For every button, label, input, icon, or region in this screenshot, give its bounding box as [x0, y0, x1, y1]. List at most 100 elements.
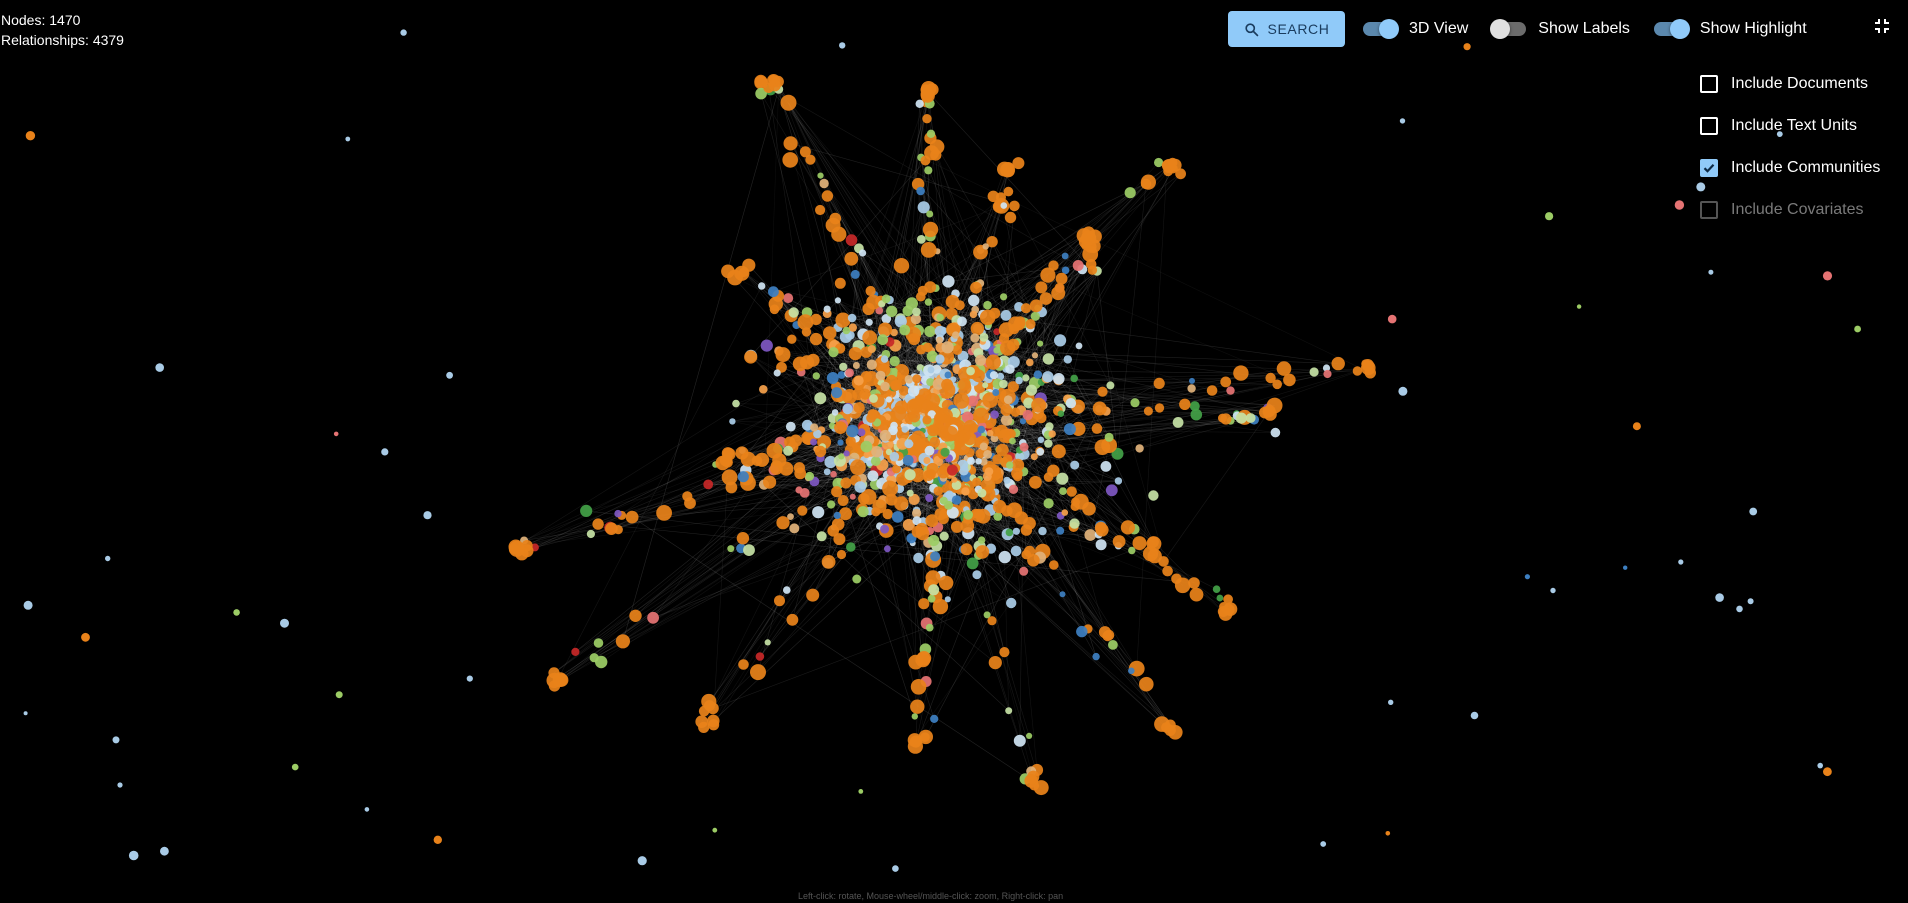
graph-node[interactable]	[846, 542, 856, 552]
graph-node[interactable]	[877, 334, 889, 346]
graph-node[interactable]	[857, 506, 869, 518]
graph-node[interactable]	[734, 265, 750, 281]
graph-node[interactable]	[1035, 281, 1048, 294]
graph-node[interactable]	[833, 533, 846, 546]
graph-node[interactable]	[993, 347, 1000, 354]
graph-node[interactable]	[1154, 403, 1165, 413]
graph-node[interactable]	[831, 387, 843, 399]
graph-node[interactable]	[738, 659, 749, 670]
graph-node[interactable]	[1027, 554, 1040, 567]
graph-node[interactable]	[941, 378, 954, 391]
graph-node[interactable]	[920, 242, 937, 258]
graph-node[interactable]	[926, 129, 936, 138]
graph-node[interactable]	[970, 333, 980, 343]
graph-node[interactable]	[845, 436, 856, 447]
graph-node[interactable]	[1042, 371, 1054, 383]
graph-node[interactable]	[160, 846, 169, 856]
graph-node[interactable]	[1003, 186, 1014, 197]
graph-node[interactable]	[1020, 303, 1032, 314]
graph-node[interactable]	[830, 470, 837, 478]
graph-node[interactable]	[1061, 252, 1069, 260]
graph-node[interactable]	[1135, 444, 1144, 453]
graph-node[interactable]	[1124, 187, 1136, 199]
graph-node[interactable]	[1139, 676, 1154, 692]
graph-node[interactable]	[725, 481, 738, 494]
graph-node[interactable]	[922, 221, 939, 238]
graph-node[interactable]	[763, 82, 774, 94]
graph-node[interactable]	[918, 598, 930, 610]
graph-node[interactable]	[827, 500, 836, 509]
graph-node[interactable]	[828, 347, 839, 358]
graph-node[interactable]	[999, 647, 1010, 658]
graph-node[interactable]	[960, 543, 973, 556]
graph-node[interactable]	[889, 356, 900, 367]
graph-node[interactable]	[893, 258, 910, 274]
graph-node[interactable]	[1025, 384, 1037, 396]
graph-node[interactable]	[1075, 342, 1083, 350]
graph-node[interactable]	[1309, 367, 1319, 377]
graph-node[interactable]	[1022, 409, 1033, 421]
graph-node[interactable]	[945, 294, 960, 309]
graph-node[interactable]	[1233, 365, 1249, 381]
graph-node[interactable]	[1171, 573, 1182, 585]
graph-node[interactable]	[1323, 369, 1332, 379]
graph-node[interactable]	[934, 325, 946, 337]
graph-node[interactable]	[866, 359, 877, 370]
graph-node[interactable]	[966, 557, 979, 570]
graph-node[interactable]	[972, 477, 982, 487]
toggle-3d-view[interactable]: 3D View	[1361, 19, 1468, 39]
graph-node[interactable]	[915, 526, 930, 541]
graph-node[interactable]	[1095, 523, 1109, 537]
graph-node[interactable]	[1059, 591, 1066, 598]
graph-node[interactable]	[839, 362, 848, 371]
graph-node[interactable]	[605, 522, 618, 535]
graph-node[interactable]	[886, 305, 898, 317]
graph-node[interactable]	[1387, 314, 1397, 324]
graph-node[interactable]	[936, 336, 943, 344]
graph-node[interactable]	[1000, 414, 1013, 426]
graph-node[interactable]	[715, 455, 730, 471]
graph-node[interactable]	[1065, 398, 1077, 409]
graph-node[interactable]	[927, 366, 935, 374]
graph-node[interactable]	[1715, 593, 1724, 602]
graph-node[interactable]	[879, 429, 891, 442]
graph-node[interactable]	[944, 371, 952, 379]
graph-node[interactable]	[1069, 518, 1080, 529]
graph-node[interactable]	[291, 763, 299, 771]
graph-node[interactable]	[155, 363, 164, 372]
graph-node[interactable]	[750, 664, 766, 681]
graph-node[interactable]	[1049, 560, 1059, 570]
graph-node[interactable]	[839, 42, 846, 49]
graph-node[interactable]	[924, 166, 933, 175]
graph-node[interactable]	[961, 487, 970, 496]
graph-node[interactable]	[1022, 374, 1030, 382]
graph-node[interactable]	[865, 318, 873, 326]
graph-node[interactable]	[852, 362, 860, 369]
graph-node[interactable]	[1162, 565, 1173, 577]
graph-node[interactable]	[845, 234, 858, 246]
graph-node[interactable]	[1189, 587, 1204, 602]
graph-node[interactable]	[1005, 707, 1013, 715]
graph-node[interactable]	[1006, 461, 1014, 469]
graph-node[interactable]	[891, 511, 904, 523]
graph-node[interactable]	[1087, 229, 1102, 244]
graph-node[interactable]	[1576, 304, 1582, 309]
graph-node[interactable]	[930, 149, 942, 161]
graph-node[interactable]	[1008, 484, 1019, 494]
graph-node[interactable]	[381, 448, 389, 456]
graph-node[interactable]	[963, 509, 973, 520]
graph-node[interactable]	[1632, 422, 1641, 431]
graph-node[interactable]	[780, 94, 797, 111]
graph-node[interactable]	[1009, 437, 1016, 445]
graph-node[interactable]	[986, 429, 994, 437]
graph-node[interactable]	[1063, 423, 1076, 436]
graph-node[interactable]	[766, 442, 783, 459]
graph-node[interactable]	[1003, 166, 1015, 178]
graph-node[interactable]	[925, 468, 936, 480]
graph-node[interactable]	[916, 651, 932, 666]
graph-node[interactable]	[698, 705, 710, 717]
graph-node[interactable]	[1112, 535, 1126, 548]
graph-node[interactable]	[854, 481, 866, 493]
graph-node[interactable]	[1736, 605, 1743, 613]
graph-node[interactable]	[902, 454, 914, 466]
